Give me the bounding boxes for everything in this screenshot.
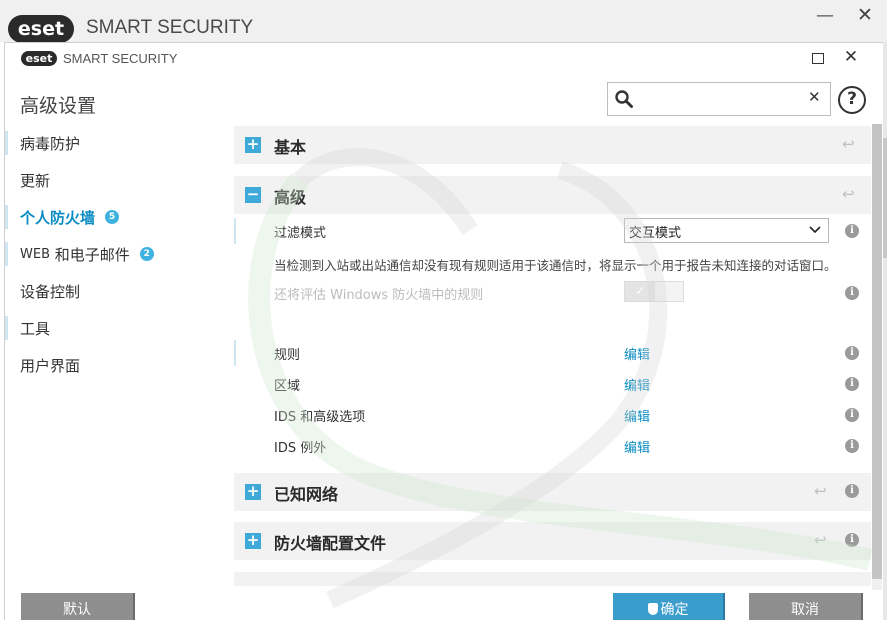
filter-mode-description: 当检测到入站或出站通信却没有现有规则适用于该通信时，将显示一个用于报告未知连接的…	[274, 258, 837, 273]
sidebar-item-label: 设备控制	[20, 282, 81, 301]
clear-search-icon[interactable]: ✕	[808, 88, 821, 106]
settings-content: + 基本 ↩ − 高级 ↩ 过滤模式 交互模式 i 当检测到入站或出站通信却没有…	[234, 126, 871, 586]
minimize-icon[interactable]: —	[815, 5, 835, 27]
info-icon[interactable]: i	[845, 346, 859, 360]
sidebar-item-web-email[interactable]: WEB 和电子邮件 2	[5, 240, 154, 268]
sidebar-item-label: 工具	[20, 319, 51, 338]
section-known-networks[interactable]: + 已知网络 ↩ i	[234, 473, 871, 511]
chevron-down-icon	[809, 226, 821, 234]
page-title: 高级设置	[20, 95, 97, 117]
filter-mode-value: 交互模式	[629, 226, 682, 241]
edit-rules-link[interactable]: 编辑	[624, 344, 650, 363]
setting-label: 区域	[274, 379, 301, 394]
help-icon[interactable]: ?	[838, 86, 866, 114]
edit-ids-exceptions-link[interactable]: 编辑	[624, 437, 650, 456]
sidebar-item-update[interactable]: 更新	[5, 166, 50, 194]
revert-icon[interactable]: ↩	[842, 185, 855, 203]
info-icon[interactable]: i	[845, 224, 859, 238]
setting-label: IDS 例外	[274, 441, 327, 456]
search-input[interactable]: ✕	[607, 82, 831, 116]
sidebar-item-label: 病毒防护	[20, 134, 81, 153]
collapse-icon[interactable]: −	[245, 187, 261, 203]
sidebar-item-tools[interactable]: 工具	[5, 314, 50, 342]
sidebar-item-antivirus[interactable]: 病毒防护	[5, 129, 80, 157]
outer-window-edge	[883, 42, 887, 620]
count-badge: 2	[139, 247, 154, 261]
edit-zones-link[interactable]: 编辑	[624, 375, 650, 394]
filter-mode-label: 过滤模式	[274, 226, 327, 241]
section-title: 高级	[274, 188, 307, 207]
close-icon[interactable]: ✕	[853, 4, 877, 28]
expand-icon[interactable]: +	[245, 137, 261, 153]
revert-icon[interactable]: ↩	[814, 482, 827, 500]
default-button[interactable]: 默认	[21, 593, 135, 620]
evaluate-windows-rules-label: 还将评估 Windows 防火墙中的规则	[274, 288, 484, 303]
cancel-button[interactable]: 取消	[749, 593, 863, 620]
sidebar-item-label: 和电子邮件	[54, 245, 130, 264]
revert-icon[interactable]: ↩	[842, 135, 855, 153]
info-icon[interactable]: i	[845, 484, 859, 498]
outer-title-bar: eset SMART SECURITY — ✕	[0, 0, 887, 43]
dialog-eset-logo: eset	[21, 51, 57, 66]
outer-product-name: SMART SECURITY	[86, 17, 254, 38]
info-icon[interactable]: i	[845, 408, 859, 422]
zones-row: 区域 编辑 i	[234, 368, 871, 398]
expand-icon[interactable]: +	[245, 533, 261, 549]
check-icon: ✓	[625, 282, 655, 301]
revert-icon[interactable]: ↩	[814, 531, 827, 549]
shield-icon	[647, 603, 658, 615]
sidebar-item-label: 个人防火墙	[20, 208, 96, 227]
setting-label: IDS 和高级选项	[274, 410, 366, 425]
eset-logo: eset	[8, 15, 74, 43]
evaluate-windows-rules-row: 还将评估 Windows 防火墙中的规则 ✓ i	[234, 277, 871, 307]
section-next-partial[interactable]	[234, 572, 871, 586]
dialog-close-icon[interactable]: ✕	[841, 47, 861, 69]
ids-advanced-row: IDS 和高级选项 编辑 i	[234, 399, 871, 429]
ids-exceptions-row: IDS 例外 编辑 i	[234, 430, 871, 460]
filter-mode-select[interactable]: 交互模式	[624, 218, 829, 243]
info-icon[interactable]: i	[845, 286, 859, 300]
section-basic[interactable]: + 基本 ↩	[234, 126, 871, 164]
filter-mode-row: 过滤模式 交互模式 i	[234, 215, 871, 245]
ok-button[interactable]: 确定	[613, 593, 725, 620]
sidebar-item-label-prefix: WEB	[20, 246, 50, 262]
ok-button-label: 确定	[660, 602, 689, 618]
info-icon[interactable]: i	[845, 439, 859, 453]
count-badge: 5	[105, 210, 120, 224]
setting-label: 规则	[274, 348, 301, 363]
scrollbar-thumb[interactable]	[872, 124, 882, 579]
section-firewall-profiles[interactable]: + 防火墙配置文件 ↩ i	[234, 522, 871, 560]
info-icon[interactable]: i	[845, 377, 859, 391]
dialog-product-name: SMART SECURITY	[63, 51, 178, 66]
info-icon[interactable]: i	[845, 533, 859, 547]
rules-row: 规则 编辑 i	[234, 337, 871, 367]
edit-ids-advanced-link[interactable]: 编辑	[624, 406, 650, 425]
section-title: 防火墙配置文件	[274, 534, 387, 553]
sidebar-item-user-interface[interactable]: 用户界面	[5, 351, 80, 379]
evaluate-windows-rules-toggle[interactable]: ✓	[624, 281, 684, 302]
section-advanced[interactable]: − 高级 ↩	[234, 176, 871, 214]
section-title: 已知网络	[274, 485, 339, 504]
sidebar-item-device-control[interactable]: 设备控制	[5, 277, 80, 305]
sidebar-item-firewall[interactable]: 个人防火墙 5	[5, 203, 120, 231]
section-title: 基本	[274, 138, 307, 157]
maximize-icon[interactable]	[812, 53, 824, 64]
sidebar-item-label: 用户界面	[20, 356, 81, 375]
search-icon	[615, 90, 633, 108]
expand-icon[interactable]: +	[245, 484, 261, 500]
sidebar-item-label: 更新	[20, 171, 51, 190]
